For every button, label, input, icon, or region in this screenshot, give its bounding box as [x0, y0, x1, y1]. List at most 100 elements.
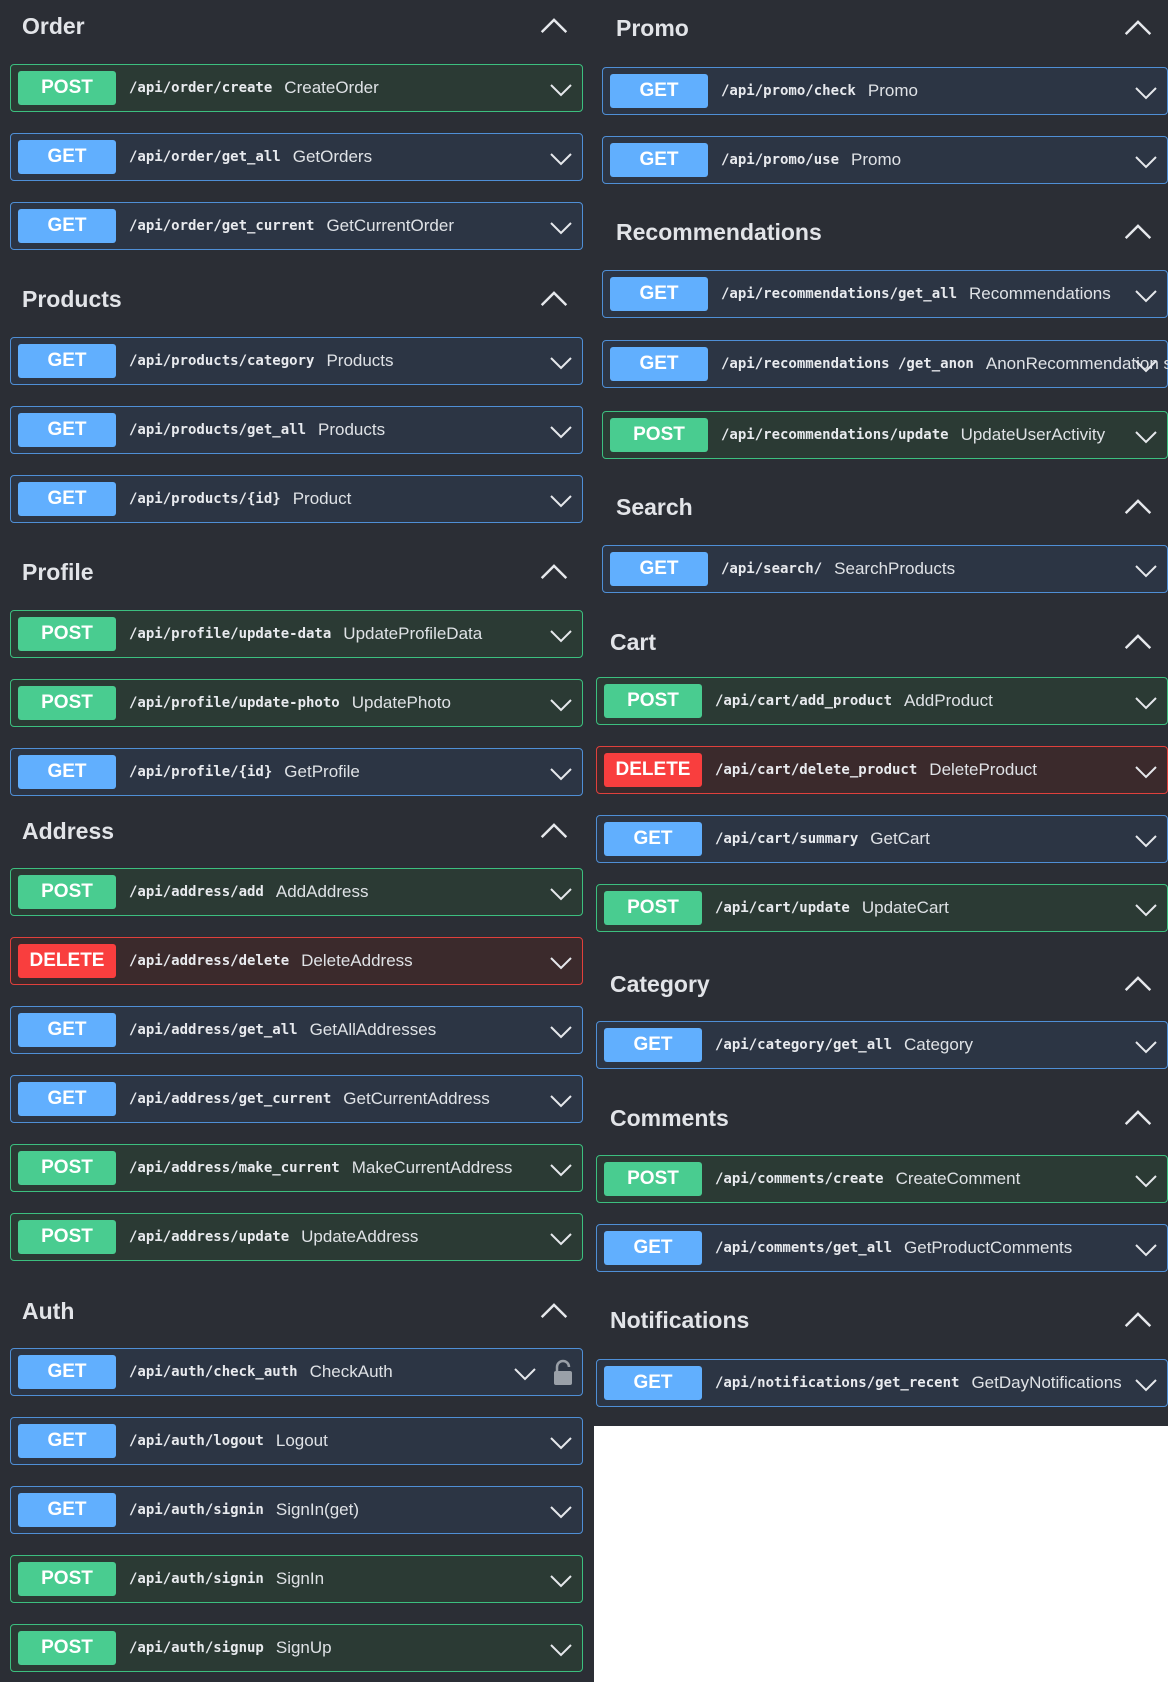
operation-post[interactable]: POST/api/auth/signin SignIn — [10, 1555, 583, 1603]
operation-post[interactable]: POST/api/cart/add_product AddProduct — [596, 677, 1168, 725]
operation-get[interactable]: GET/api/address/get_all GetAllAddresses — [10, 1006, 583, 1054]
operation-get[interactable]: GET/api/recommendations /get_anon AnonRec… — [602, 340, 1168, 388]
tag-header-recommendations[interactable]: Recommendations — [616, 206, 1168, 258]
operation-delete[interactable]: DELETE/api/cart/delete_product DeleteProd… — [596, 746, 1168, 794]
chevron-down-icon[interactable] — [548, 881, 574, 905]
chevron-down-icon[interactable] — [548, 692, 574, 716]
chevron-down-icon[interactable] — [1133, 424, 1159, 448]
operation-get[interactable]: GET/api/cart/summary GetCart — [596, 815, 1168, 863]
chevron-up-icon[interactable] — [1122, 12, 1154, 44]
chevron-down-icon[interactable] — [1133, 1237, 1159, 1261]
operation-post[interactable]: POST/api/order/create CreateOrder — [10, 64, 583, 112]
chevron-down-icon[interactable] — [548, 950, 574, 974]
operation-get[interactable]: GET/api/recommendations/get_all Recommend… — [602, 270, 1168, 318]
tag-header-profile[interactable]: Profile — [22, 546, 584, 598]
chevron-down-icon[interactable] — [1133, 759, 1159, 783]
chevron-down-icon[interactable] — [548, 488, 574, 512]
chevron-down-icon[interactable] — [1133, 80, 1159, 104]
operation-post[interactable]: POST/api/auth/signup SignUp — [10, 1624, 583, 1672]
tag-title: Notifications — [610, 1306, 750, 1333]
operation-post[interactable]: POST/api/comments/create CreateComment — [596, 1155, 1168, 1203]
operation-get[interactable]: GET/api/promo/check Promo — [602, 67, 1168, 115]
operation-get[interactable]: GET/api/products/get_all Products — [10, 406, 583, 454]
operation-get[interactable]: GET/api/products/category Products — [10, 337, 583, 385]
chevron-up-icon[interactable] — [1122, 491, 1154, 523]
chevron-down-icon[interactable] — [548, 1019, 574, 1043]
tag-header-category[interactable]: Category — [610, 958, 1168, 1010]
chevron-down-icon[interactable] — [548, 215, 574, 239]
operation-get[interactable]: GET/api/promo/use Promo — [602, 136, 1168, 184]
chevron-up-icon[interactable] — [538, 1295, 570, 1327]
chevron-up-icon[interactable] — [1122, 216, 1154, 248]
chevron-up-icon[interactable] — [1122, 1304, 1154, 1336]
chevron-down-icon[interactable] — [1133, 149, 1159, 173]
operation-get[interactable]: GET/api/order/get_current GetCurrentOrder — [10, 202, 583, 250]
chevron-down-icon[interactable] — [548, 146, 574, 170]
chevron-down-icon[interactable] — [548, 1226, 574, 1250]
chevron-down-icon[interactable] — [548, 1430, 574, 1454]
tag-header-products[interactable]: Products — [22, 273, 584, 325]
tag-header-address[interactable]: Address — [22, 805, 584, 857]
tag-header-auth[interactable]: Auth — [22, 1285, 584, 1337]
method-badge: POST — [604, 1162, 702, 1196]
tag-header-search[interactable]: Search — [616, 481, 1168, 533]
chevron-down-icon[interactable] — [1133, 690, 1159, 714]
chevron-down-icon[interactable] — [1133, 1372, 1159, 1396]
chevron-down-icon[interactable] — [1133, 283, 1159, 307]
operation-get[interactable]: GET/api/order/get_all GetOrders — [10, 133, 583, 181]
operation-post[interactable]: POST/api/address/update UpdateAddress — [10, 1213, 583, 1261]
chevron-down-icon[interactable] — [548, 623, 574, 647]
tag-header-promo[interactable]: Promo — [616, 2, 1168, 54]
chevron-down-icon[interactable] — [548, 1088, 574, 1112]
chevron-up-icon[interactable] — [1122, 1102, 1154, 1134]
chevron-down-icon[interactable] — [548, 761, 574, 785]
chevron-down-icon[interactable] — [548, 1157, 574, 1181]
chevron-down-icon[interactable] — [1133, 558, 1159, 582]
chevron-up-icon[interactable] — [1122, 626, 1154, 658]
operation-summary: UpdateProfileData — [343, 624, 483, 643]
chevron-up-icon[interactable] — [538, 283, 570, 315]
operation-get[interactable]: GET/api/auth/check_auth CheckAuth — [10, 1348, 583, 1396]
operation-post[interactable]: POST/api/profile/update-photo UpdatePhoto — [10, 679, 583, 727]
operation-get[interactable]: GET/api/products/{id} Product — [10, 475, 583, 523]
operation-post[interactable]: POST/api/address/add AddAddress — [10, 868, 583, 916]
operation-post[interactable]: POST/api/cart/update UpdateCart — [596, 884, 1168, 932]
chevron-down-icon[interactable] — [1133, 828, 1159, 852]
operation-get[interactable]: GET/api/profile/{id} GetProfile — [10, 748, 583, 796]
tag-header-order[interactable]: Order — [22, 0, 584, 52]
operation-post[interactable]: POST/api/recommendations/update UpdateUse… — [602, 411, 1168, 459]
chevron-down-icon[interactable] — [548, 77, 574, 101]
operation-get[interactable]: GET/api/notifications/get_recent GetDayNo… — [596, 1359, 1168, 1407]
chevron-up-icon[interactable] — [538, 10, 570, 42]
tag-header-comments[interactable]: Comments — [610, 1092, 1168, 1144]
operation-delete[interactable]: DELETE/api/address/delete DeleteAddress — [10, 937, 583, 985]
operation-post[interactable]: POST/api/address/make_current MakeCurrent… — [10, 1144, 583, 1192]
tag-title: Cart — [610, 628, 657, 655]
chevron-down-icon[interactable] — [1133, 897, 1159, 921]
tag-header-notifications[interactable]: Notifications — [610, 1294, 1168, 1346]
operation-get[interactable]: GET/api/address/get_current GetCurrentAdd… — [10, 1075, 583, 1123]
chevron-down-icon[interactable] — [548, 1499, 574, 1523]
operation-get[interactable]: GET/api/auth/logout Logout — [10, 1417, 583, 1465]
chevron-up-icon[interactable] — [538, 556, 570, 588]
chevron-down-icon[interactable] — [548, 350, 574, 374]
chevron-down-icon[interactable] — [1133, 353, 1159, 377]
chevron-down-icon[interactable] — [1133, 1034, 1159, 1058]
operation-get[interactable]: GET/api/search/SearchProducts — [602, 545, 1168, 593]
method-badge: GET — [18, 1013, 116, 1047]
tag-header-cart[interactable]: Cart — [610, 616, 1168, 668]
chevron-down-icon[interactable] — [548, 1568, 574, 1592]
operation-get[interactable]: GET/api/category/get_all Category — [596, 1021, 1168, 1069]
chevron-down-icon[interactable] — [512, 1361, 538, 1385]
chevron-down-icon[interactable] — [1133, 1168, 1159, 1192]
lock-icon[interactable] — [552, 1359, 574, 1387]
operation-post[interactable]: POST/api/profile/update-data UpdateProfil… — [10, 610, 583, 658]
operation-get[interactable]: GET/api/auth/signin SignIn(get) — [10, 1486, 583, 1534]
chevron-up-icon[interactable] — [538, 815, 570, 847]
operation-get[interactable]: GET/api/comments/get_all GetProductCommen… — [596, 1224, 1168, 1272]
chevron-down-icon[interactable] — [548, 419, 574, 443]
operation-summary: SearchProducts — [834, 559, 956, 578]
operation-summary: AddProduct — [904, 691, 993, 710]
chevron-up-icon[interactable] — [1122, 968, 1154, 1000]
chevron-down-icon[interactable] — [548, 1637, 574, 1661]
